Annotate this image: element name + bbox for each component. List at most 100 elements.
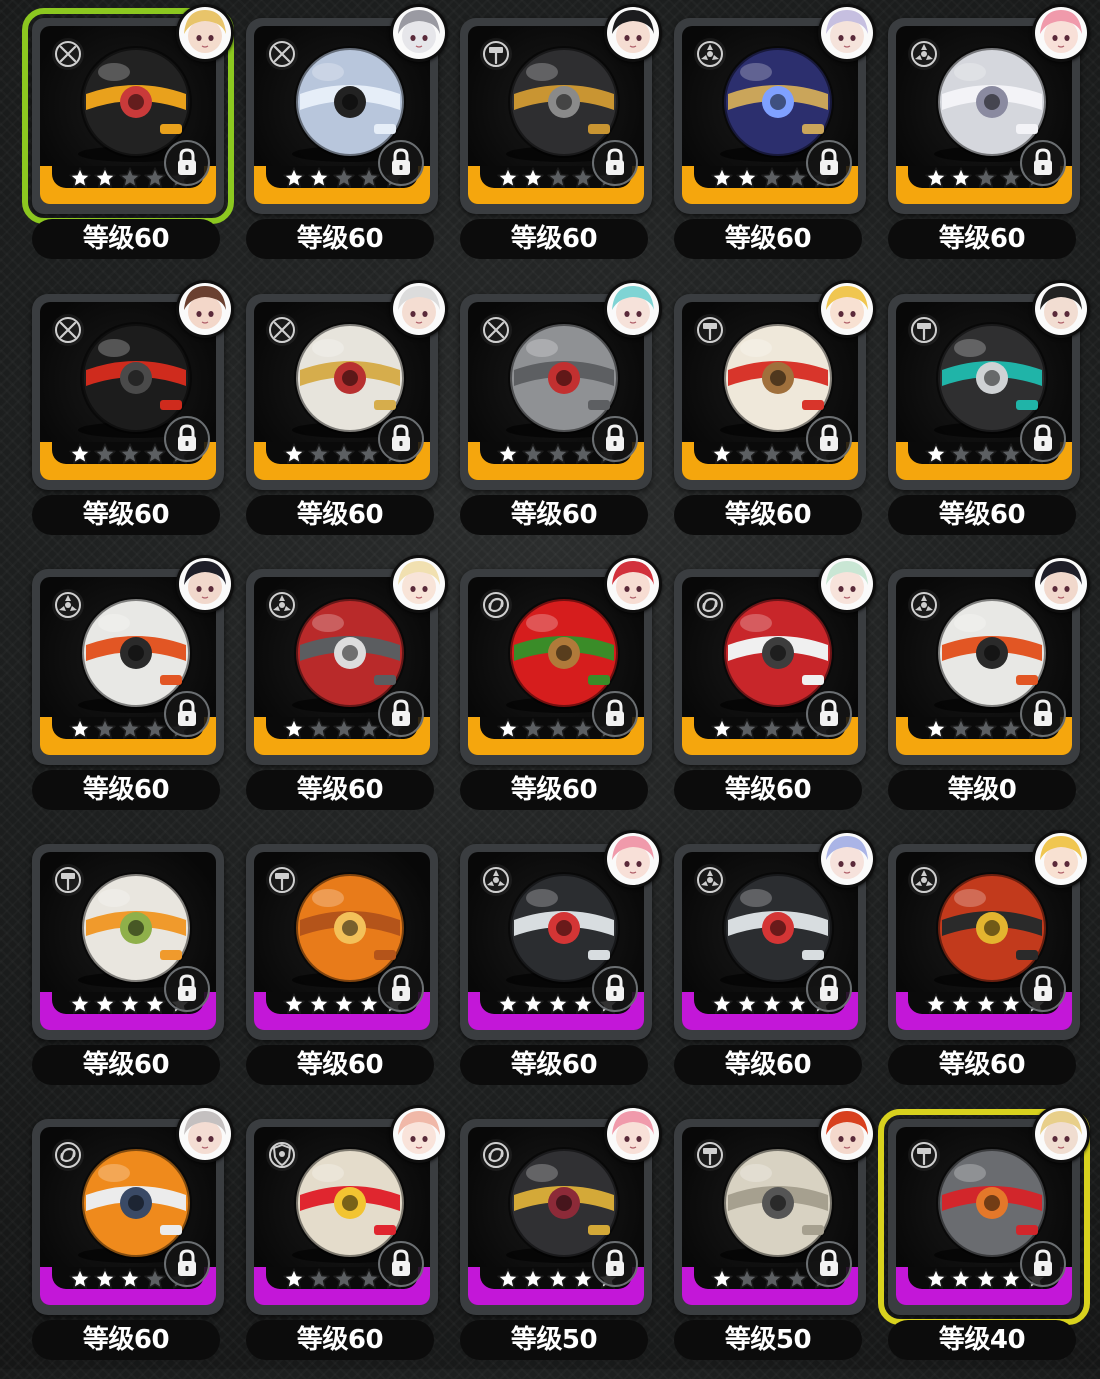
w-engine-card[interactable] [674, 830, 876, 1040]
star-filled-icon [546, 992, 570, 1016]
star-filled-icon [496, 1267, 520, 1291]
lock-icon[interactable] [806, 691, 852, 737]
w-engine-card[interactable] [246, 555, 448, 765]
star-filled-icon [521, 1267, 545, 1291]
w-engine-card[interactable] [674, 280, 876, 490]
w-engine-card[interactable] [674, 555, 876, 765]
level-label: 等级0 [888, 770, 1076, 810]
lock-icon[interactable] [1020, 140, 1066, 186]
w-engine-card[interactable] [460, 555, 662, 765]
star-empty-icon [571, 717, 595, 741]
star-filled-icon [332, 992, 356, 1016]
w-engine-card-frame [40, 852, 216, 1030]
star-empty-icon [307, 442, 331, 466]
swirl-icon [694, 589, 726, 621]
w-engine-card[interactable] [460, 830, 662, 1040]
star-empty-icon [93, 717, 117, 741]
lock-icon[interactable] [592, 966, 638, 1012]
lock-icon[interactable] [806, 966, 852, 1012]
lock-icon[interactable] [592, 140, 638, 186]
star-filled-icon [307, 166, 331, 190]
lock-icon[interactable] [378, 416, 424, 462]
lock-icon[interactable] [806, 416, 852, 462]
w-engine-card[interactable] [460, 1105, 662, 1315]
hammer-icon [694, 1139, 726, 1171]
black-hair-portrait [604, 4, 662, 62]
w-engine-card[interactable] [674, 4, 876, 214]
lavender-hair-portrait [818, 4, 876, 62]
lock-icon[interactable] [378, 691, 424, 737]
star-empty-icon [974, 717, 998, 741]
level-label: 等级60 [32, 495, 220, 535]
w-engine-card[interactable] [878, 1105, 1090, 1325]
star-empty-icon [118, 442, 142, 466]
star-filled-icon [93, 992, 117, 1016]
w-engine-slot: 等级60 [246, 844, 460, 1104]
w-engine-card[interactable] [674, 1105, 876, 1315]
pink-hair-portrait [1032, 4, 1090, 62]
lock-icon[interactable] [164, 140, 210, 186]
lock-icon[interactable] [164, 416, 210, 462]
star-empty-icon [735, 1267, 759, 1291]
w-engine-card[interactable] [246, 1105, 448, 1315]
silver-hair-masked-portrait [390, 4, 448, 62]
level-label: 等级60 [460, 219, 648, 259]
star-filled-icon [118, 992, 142, 1016]
w-engine-card[interactable] [888, 4, 1090, 214]
lock-icon[interactable] [378, 1241, 424, 1287]
w-engine-card[interactable] [32, 844, 224, 1040]
hammer-icon [908, 314, 940, 346]
w-engine-card[interactable] [460, 4, 662, 214]
w-engine-card[interactable] [246, 844, 438, 1040]
lock-icon[interactable] [378, 140, 424, 186]
w-engine-card[interactable] [32, 280, 234, 490]
lock-icon[interactable] [1020, 1241, 1066, 1287]
star-empty-icon [999, 717, 1023, 741]
lock-icon[interactable] [592, 1241, 638, 1287]
w-engine-card[interactable] [246, 280, 448, 490]
w-engine-slot: 等级60 [460, 830, 674, 1104]
level-label: 等级60 [888, 219, 1076, 259]
w-engine-slot: 等级60 [32, 555, 246, 829]
lock-icon[interactable] [164, 966, 210, 1012]
pink-hair-portrait [604, 1105, 662, 1163]
star-filled-icon [949, 166, 973, 190]
w-engine-card[interactable] [32, 555, 234, 765]
lock-icon[interactable] [378, 966, 424, 1012]
shield-icon [266, 1139, 298, 1171]
hammer-icon [266, 864, 298, 896]
w-engine-card[interactable] [888, 830, 1090, 1040]
star-empty-icon [357, 1267, 381, 1291]
star-filled-icon [571, 1267, 595, 1291]
star-empty-icon [118, 717, 142, 741]
w-engine-card[interactable] [888, 555, 1090, 765]
w-engine-card[interactable] [460, 280, 662, 490]
star-empty-icon [143, 442, 167, 466]
w-engine-card[interactable] [246, 4, 448, 214]
lock-icon[interactable] [1020, 416, 1066, 462]
star-empty-icon [974, 166, 998, 190]
star-filled-icon [68, 442, 92, 466]
lock-icon[interactable] [592, 691, 638, 737]
star-empty-icon [332, 166, 356, 190]
blonde-hair-portrait [818, 280, 876, 338]
lock-icon[interactable] [164, 691, 210, 737]
lock-icon[interactable] [806, 1241, 852, 1287]
star-empty-icon [546, 442, 570, 466]
lock-icon[interactable] [1020, 966, 1066, 1012]
blonde-hair-portrait [1032, 830, 1090, 888]
star-empty-icon [332, 442, 356, 466]
w-engine-card[interactable] [32, 1105, 234, 1315]
teal-hair-portrait [604, 280, 662, 338]
dark-hair-horned-portrait [176, 555, 234, 613]
lock-icon[interactable] [592, 416, 638, 462]
lock-icon[interactable] [164, 1241, 210, 1287]
lock-icon[interactable] [1020, 691, 1066, 737]
w-engine-card[interactable] [22, 4, 234, 224]
red-hair-glasses-portrait [818, 1105, 876, 1163]
star-filled-icon [68, 717, 92, 741]
w-engine-card[interactable] [888, 280, 1090, 490]
star-empty-icon [571, 442, 595, 466]
star-empty-icon [949, 442, 973, 466]
lock-icon[interactable] [806, 140, 852, 186]
